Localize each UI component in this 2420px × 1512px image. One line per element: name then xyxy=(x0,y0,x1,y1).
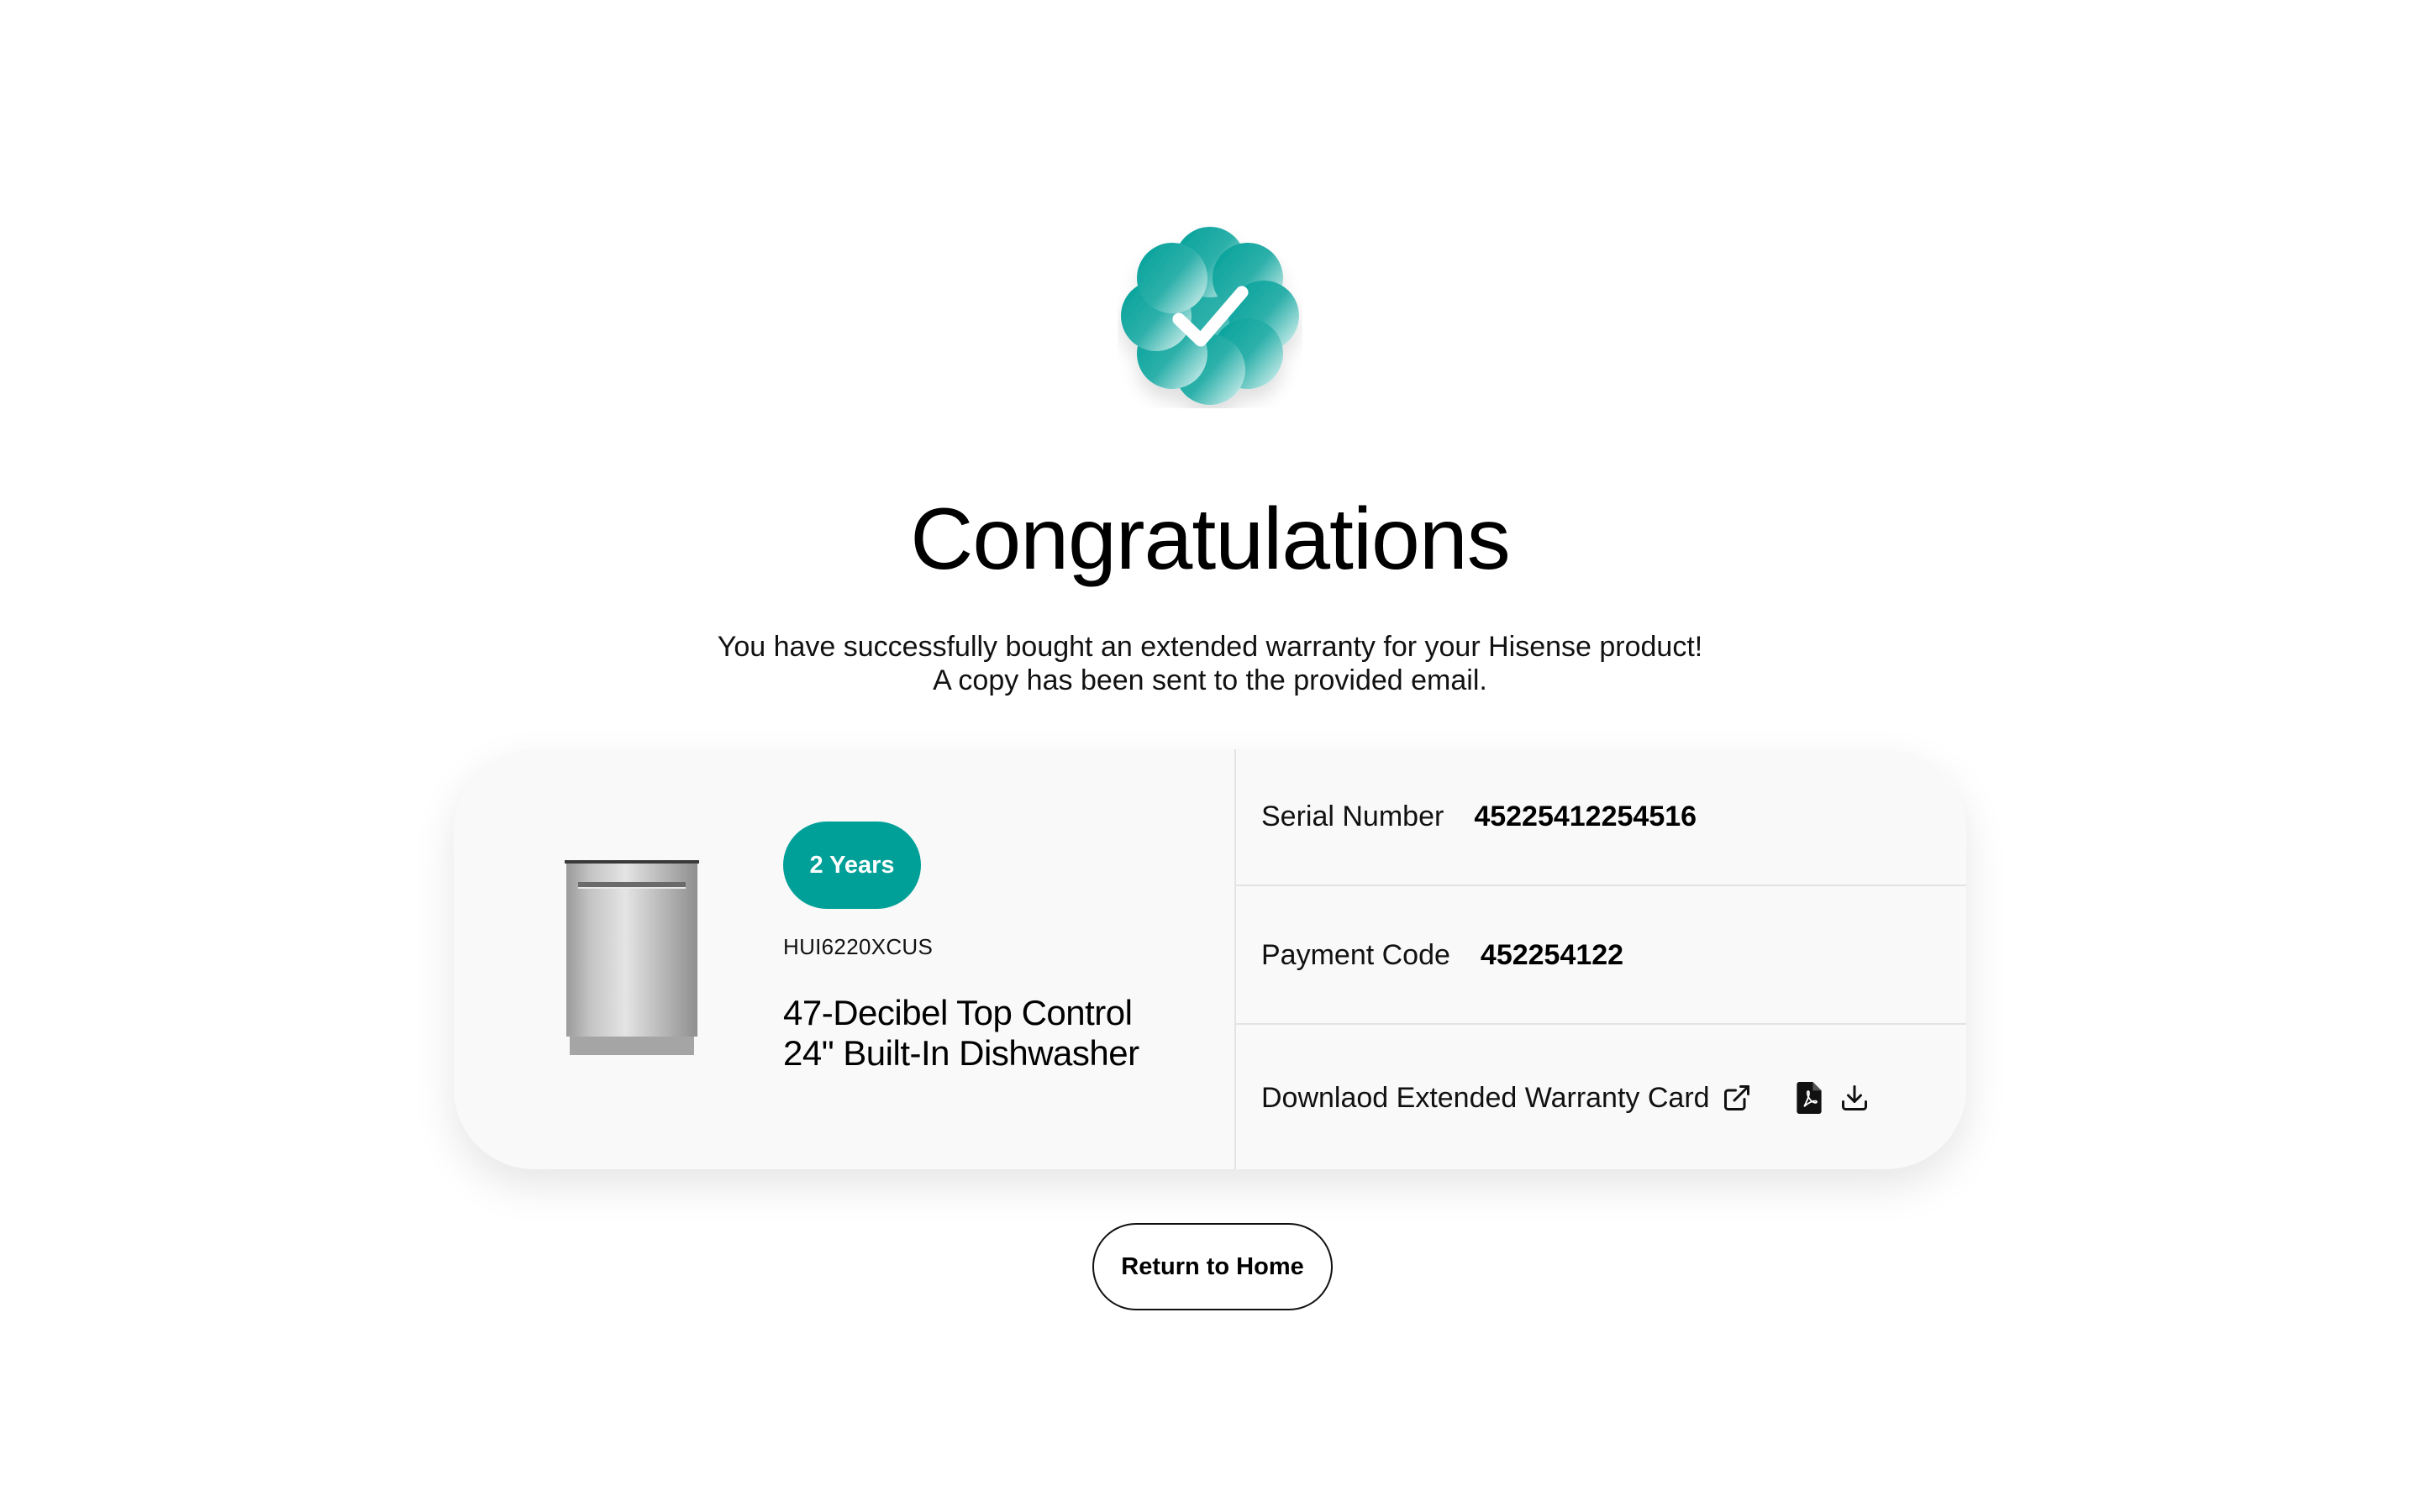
success-message-line-1: You have successfully bought an extended… xyxy=(717,631,1703,663)
download-card-link[interactable]: Downlaod Extended Warranty Card xyxy=(1261,1082,1710,1115)
warranty-term-badge: 2 Years xyxy=(783,822,921,909)
success-message: You have successfully bought an extended… xyxy=(0,630,2420,697)
external-link-icon[interactable] xyxy=(1720,1081,1754,1115)
warranty-summary-card: 2 Years HUI6220XCUS 47-Decibel Top Contr… xyxy=(454,749,1966,1169)
payment-code-row: Payment Code 452254122 xyxy=(1236,888,1966,1025)
product-name-line-1: 47-Decibel Top Control xyxy=(783,993,1133,1032)
pdf-file-icon[interactable] xyxy=(1792,1081,1826,1115)
download-icon[interactable] xyxy=(1838,1081,1871,1115)
warranty-details-panel: Serial Number 45225412254516 Payment Cod… xyxy=(1236,749,1966,1169)
product-model-code: HUI6220XCUS xyxy=(783,934,934,959)
product-name: 47-Decibel Top Control 24" Built-In Dish… xyxy=(783,993,1203,1074)
product-name-line-2: 24" Built-In Dishwasher xyxy=(783,1033,1139,1073)
serial-number-value: 45225412254516 xyxy=(1474,801,1697,832)
page-title: Congratulations xyxy=(910,491,1510,588)
payment-code-label: Payment Code xyxy=(1261,939,1450,971)
success-badge-icon xyxy=(1118,223,1302,408)
product-panel: 2 Years HUI6220XCUS 47-Decibel Top Contr… xyxy=(454,749,1234,1169)
serial-number-row: Serial Number 45225412254516 xyxy=(1236,749,1966,886)
download-card-row: Downlaod Extended Warranty Card xyxy=(1236,1026,1966,1169)
return-home-button[interactable]: Return to Home xyxy=(1092,1223,1333,1310)
success-message-line-2: A copy has been sent to the provided ema… xyxy=(933,664,1487,696)
serial-number-label: Serial Number xyxy=(1261,801,1444,832)
payment-code-value: 452254122 xyxy=(1480,939,1624,971)
dishwasher-image xyxy=(563,860,706,1058)
